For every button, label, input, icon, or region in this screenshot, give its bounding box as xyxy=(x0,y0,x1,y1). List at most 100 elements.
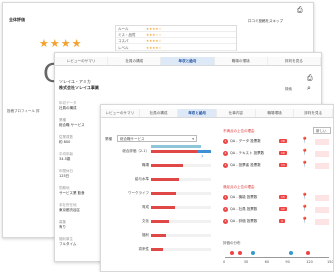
bar-red xyxy=(151,178,179,181)
field-label: 本社所在地 xyxy=(59,203,77,207)
tab-staff[interactable]: 社員の構成 xyxy=(140,109,179,117)
chevron-right-icon[interactable]: › xyxy=(201,153,203,160)
reason-count: 18 xyxy=(279,139,287,143)
category-dropdown[interactable]: 総合職サービス ▾ xyxy=(117,135,197,142)
bar-label: 職場 xyxy=(142,163,149,167)
reason-count: 9 xyxy=(279,219,285,223)
reason-row[interactable]: 2 QA - 社員 投票数 12 📍 xyxy=(223,205,331,215)
company-field: 年収データ 社員の構成 xyxy=(59,101,77,110)
bar-label: 育成 xyxy=(142,205,149,209)
bar-red xyxy=(151,164,183,167)
middle-tabs: レビューのサマリ 社員の構成 年収と給与 職場の環境 評判を見る xyxy=(55,57,321,66)
reason-rank: 2 xyxy=(223,151,228,156)
score-label: ミス・品質 xyxy=(118,33,136,38)
company-field: 平均年齢 34.5歳 xyxy=(59,152,73,161)
reason-rank: 1 xyxy=(223,195,228,200)
field-value: 有り xyxy=(59,225,66,229)
field-label: 従業員数 xyxy=(59,135,73,139)
reason-rank: 2 xyxy=(223,207,228,212)
front-panel: レビューのサマリ 社員の構成 年収と給与 仕事内容 職場環境 評判を見る 業種 … xyxy=(100,104,334,272)
reason-rank: 3 xyxy=(223,163,228,168)
reason-row[interactable]: 1 QA - 機能 投票数 15 📍 xyxy=(223,193,331,203)
tab-environment[interactable]: 職場の環境 xyxy=(215,57,268,65)
reason-count: 16 xyxy=(279,151,287,155)
company-title: ソレイユ・アミカ xyxy=(59,79,91,84)
field-value: 125日 xyxy=(59,174,70,178)
reason-row[interactable]: 2 QA - テキスト 投票数 16 📍 xyxy=(223,149,331,159)
tab-environment[interactable]: 職場環境 xyxy=(256,109,295,117)
field-label: 業種 xyxy=(59,118,66,122)
field-label: 年収データ xyxy=(59,101,77,105)
pin-icon[interactable]: 📍 xyxy=(301,149,308,157)
bar-label: 文化 xyxy=(142,219,149,223)
status-badge xyxy=(315,139,329,145)
sort-dropdown[interactable]: 新しい xyxy=(313,127,331,134)
tab-reviews[interactable]: 評判を見る xyxy=(268,57,321,65)
field-label: 平均年齢 xyxy=(59,152,73,156)
range-point[interactable] xyxy=(238,251,243,255)
field-value: 社員の構成 xyxy=(59,106,77,110)
reason-rank: 3 xyxy=(223,219,228,224)
company-field: 業種 総合職 サービス xyxy=(59,118,85,127)
field-value: サービス業 飲食 xyxy=(59,191,85,195)
pin-icon[interactable]: 📍 xyxy=(301,137,308,145)
reason-row[interactable]: 3 QA - 評価 投票数 9 📍 xyxy=(223,217,331,227)
skip-link[interactable]: 口コミ投稿をスキップ xyxy=(248,19,283,23)
bar-red xyxy=(151,234,167,237)
star-rating: ★★★★ xyxy=(39,37,83,50)
search-hint: 検索 xyxy=(285,87,292,91)
dropdown-value: 総合職サービス xyxy=(120,137,145,141)
bar-label: 総合評価（2.1） xyxy=(122,149,149,153)
score-stars: ★★★★☆ xyxy=(146,45,162,50)
pin-icon[interactable]: 📍 xyxy=(301,193,308,201)
reason-count: 12 xyxy=(279,207,287,211)
pin-icon[interactable]: 📍 xyxy=(301,161,308,169)
tab-work[interactable]: 仕事内容 xyxy=(217,109,256,117)
reason-text: QA - 機能 投票数 xyxy=(230,195,258,199)
reason-row[interactable]: 3 QA - 投票者 投票数 13 📍 xyxy=(223,161,331,171)
chevron-down-icon: ▾ xyxy=(192,137,194,141)
bar-blue xyxy=(197,150,211,153)
company-subtitle: 株式会社ソレイユ事業 xyxy=(59,85,99,90)
range-tick: 90 xyxy=(285,260,290,264)
pin-icon[interactable]: 📍 xyxy=(301,205,308,213)
blue-list-title: 満足点の上位の理由 xyxy=(223,185,255,189)
range-point[interactable] xyxy=(229,251,234,255)
field-label: 勤務地 xyxy=(59,186,70,190)
range-point[interactable] xyxy=(288,251,293,255)
tab-salary[interactable]: 年収と給与 xyxy=(161,57,215,65)
field-label: 年間休日 xyxy=(59,169,73,173)
range-point[interactable] xyxy=(250,251,255,255)
range-point[interactable] xyxy=(306,251,311,255)
reason-row[interactable]: 1 QA - データ 投票数 18 📍 xyxy=(223,137,331,147)
tab-summary[interactable]: レビューのサマリ xyxy=(55,57,109,65)
tab-salary[interactable]: 年収と給与 xyxy=(178,109,218,117)
company-field: 福利厚生 フルタイム xyxy=(59,237,76,246)
field-label: 福利厚生 xyxy=(59,237,73,241)
bar-red xyxy=(151,192,177,195)
pin-icon[interactable]: 📍 xyxy=(301,217,308,225)
field-value: 東京都渋谷区 xyxy=(59,208,80,212)
tab-summary[interactable]: レビューのサマリ xyxy=(101,109,140,117)
reason-text: QA - 社員 投票数 xyxy=(230,207,258,211)
tab-reviews[interactable]: 評判を見る xyxy=(294,109,333,117)
score-row: ルール ★★★★☆ xyxy=(116,26,236,32)
reason-count: 13 xyxy=(279,163,287,167)
reason-text: QA - 評価 投票数 xyxy=(230,219,258,223)
score-stars: ★★★★☆ xyxy=(146,39,162,44)
company-field: 勤務地 サービス業 飲食 xyxy=(59,186,85,195)
field-value: 約 800 xyxy=(59,140,71,144)
range-tick: 150 xyxy=(327,260,334,264)
bar-red xyxy=(151,248,163,251)
tab-staff[interactable]: 社員の構成 xyxy=(108,57,162,65)
print-icon[interactable]: ⎙ xyxy=(297,7,303,14)
print-icon[interactable]: ⎙ xyxy=(307,75,313,82)
search-icon[interactable]: ⌕ xyxy=(307,85,311,92)
range-tick: 120 xyxy=(306,260,313,264)
company-field: 募集 有り xyxy=(59,220,66,229)
score-label: ルール xyxy=(118,27,129,31)
back-title: 全体評価 xyxy=(9,17,25,22)
score-label: レベル xyxy=(118,45,129,50)
field-value: 34.5歳 xyxy=(59,157,71,161)
range-line xyxy=(225,257,329,258)
